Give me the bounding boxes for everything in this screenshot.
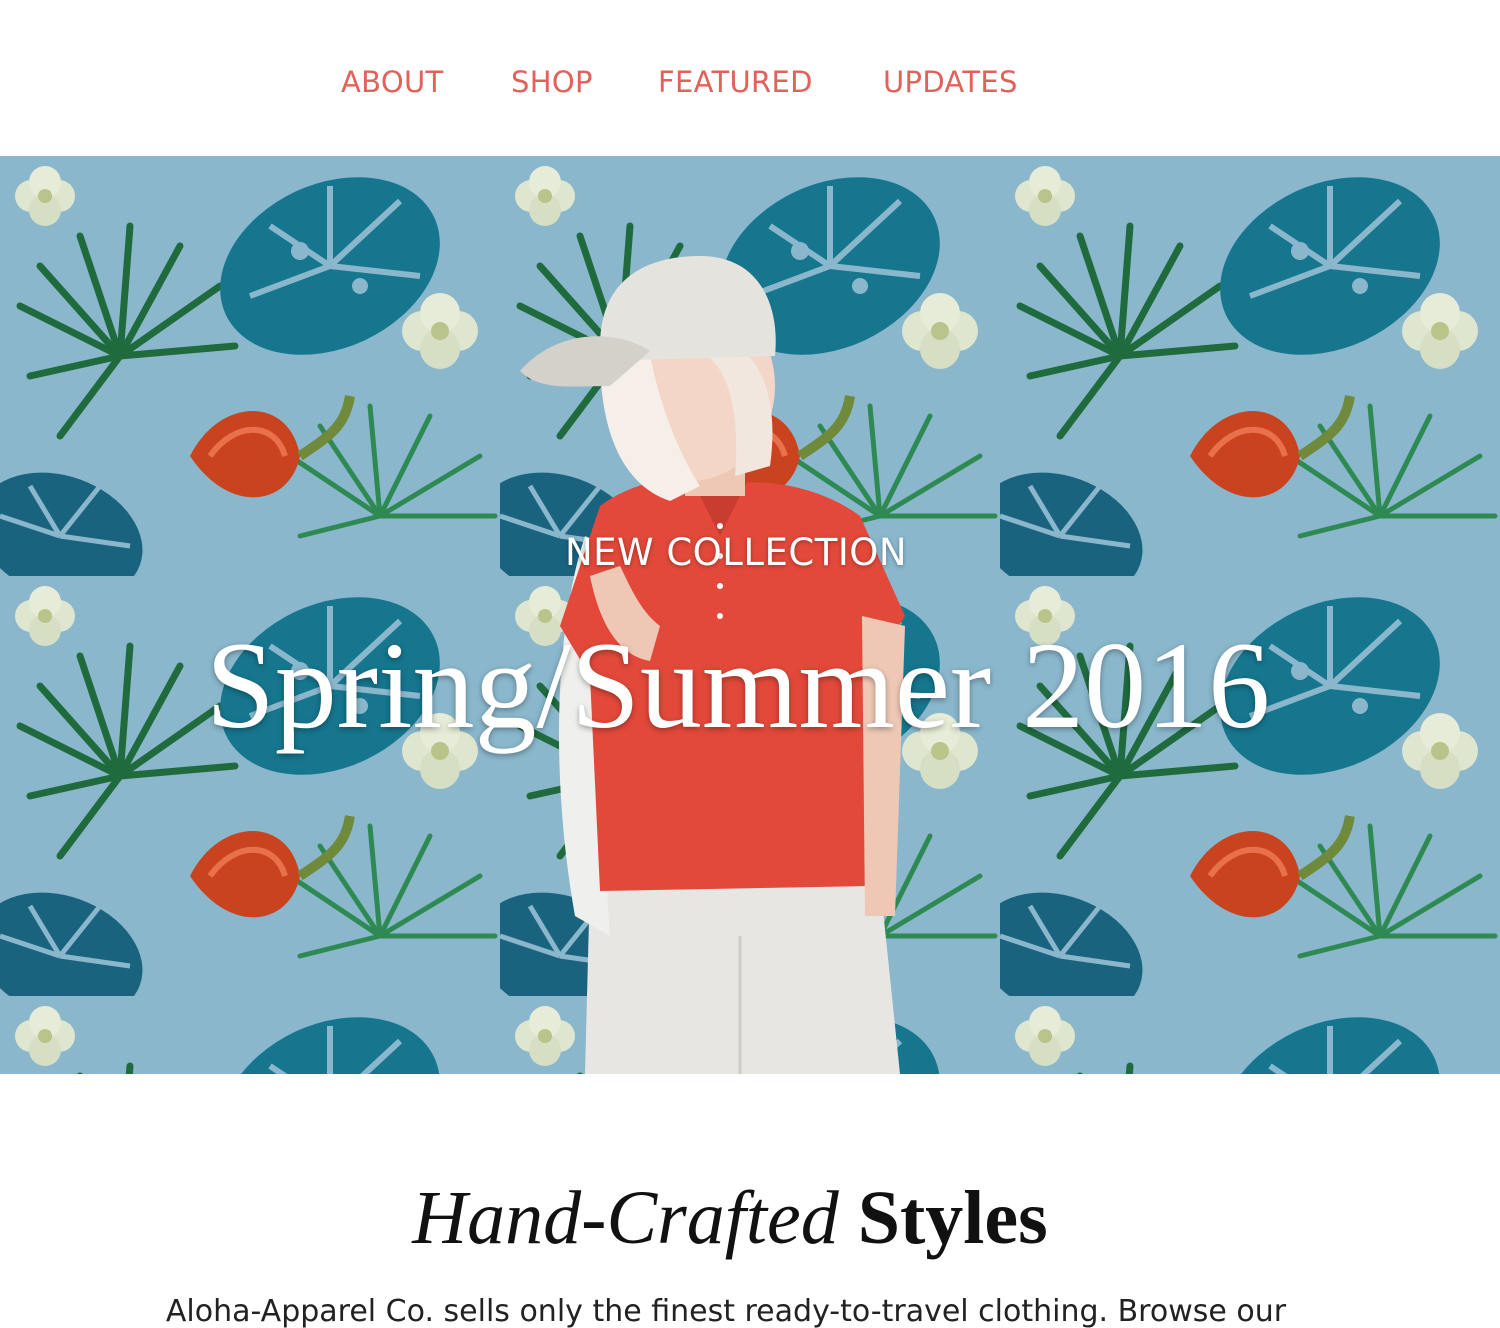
nav-link-about[interactable]: ABOUT: [341, 62, 444, 102]
section-heading: Hand-Crafted Styles: [0, 1172, 1460, 1264]
nav-link-updates[interactable]: UPDATES: [883, 62, 1018, 102]
top-nav: ABOUT SHOP FEATURED UPDATES: [0, 0, 1500, 156]
nav-link-shop[interactable]: SHOP: [511, 62, 593, 102]
hero-kicker: NEW COLLECTION: [564, 531, 908, 574]
hero-title: Spring/Summer 2016: [205, 617, 1271, 754]
hero-image: [0, 156, 1500, 1074]
hero-banner: NEW COLLECTION Spring/Summer 2016: [0, 156, 1500, 1074]
nav-link-featured[interactable]: FEATURED: [658, 62, 813, 102]
intro-paragraph: Aloha-Apparel Co. sells only the finest …: [165, 1294, 1287, 1328]
section-heading-bold: Styles: [857, 1176, 1048, 1260]
section-heading-italic: Hand-Crafted: [412, 1176, 839, 1260]
